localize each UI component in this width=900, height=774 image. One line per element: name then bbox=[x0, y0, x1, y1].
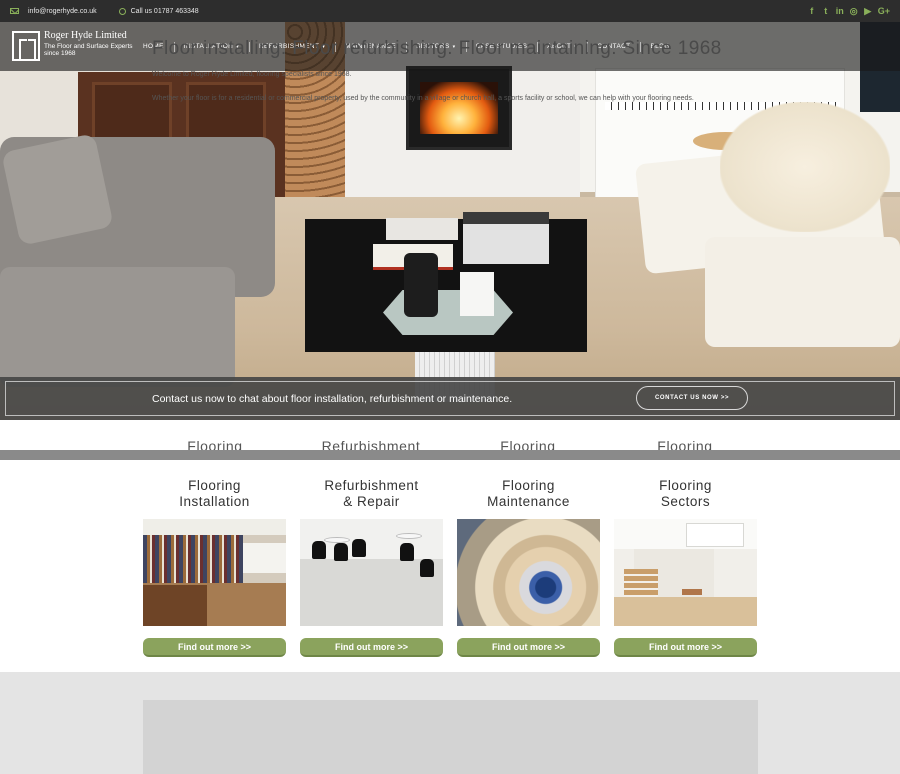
twitter-icon[interactable]: t bbox=[822, 6, 830, 16]
top-bar: info@rogerhyde.co.uk Call us 01787 46334… bbox=[0, 0, 900, 22]
instagram-icon[interactable]: ◎ bbox=[850, 6, 858, 17]
facebook-icon[interactable]: f bbox=[808, 6, 816, 16]
sticky-titles-strip: Flooring Refurbishment Flooring Flooring bbox=[0, 420, 900, 460]
service-title: Flooring Installation bbox=[179, 478, 250, 509]
service-card-maintenance: Flooring Maintenance Find out more >> bbox=[457, 478, 600, 657]
phone-text: Call us 01787 463348 bbox=[130, 7, 199, 15]
phone-icon bbox=[118, 7, 126, 15]
service-image[interactable] bbox=[457, 519, 600, 626]
hero-image bbox=[0, 22, 900, 420]
service-title: Refurbishment & Repair bbox=[324, 478, 419, 509]
service-image[interactable] bbox=[614, 519, 757, 626]
logo[interactable]: Roger Hyde Limited The Floor and Surface… bbox=[12, 30, 133, 61]
logo-title: Roger Hyde Limited bbox=[44, 30, 127, 41]
logo-mark-icon bbox=[12, 31, 40, 61]
service-image[interactable] bbox=[143, 519, 286, 626]
service-card-sectors: Flooring Sectors Find out more >> bbox=[614, 478, 757, 657]
logo-since: since 1968 bbox=[44, 50, 76, 58]
find-out-more-button[interactable]: Find out more >> bbox=[300, 638, 443, 657]
google-plus-icon[interactable]: G+ bbox=[878, 6, 890, 16]
about-intro: Welcome to Roger Hyde Limited, flooring … bbox=[152, 71, 352, 78]
about-section bbox=[0, 672, 900, 774]
phone-link[interactable]: Call us 01787 463348 bbox=[118, 7, 199, 15]
contact-banner: Contact us now to chat about floor insta… bbox=[0, 377, 900, 420]
contact-banner-text: Contact us now to chat about floor insta… bbox=[152, 392, 513, 405]
linkedin-icon[interactable]: in bbox=[836, 6, 844, 16]
email-link[interactable]: info@rogerhyde.co.uk bbox=[10, 8, 97, 15]
contact-us-button[interactable]: CONTACT US NOW >> bbox=[636, 386, 748, 410]
logo-tagline: The Floor and Surface Experts bbox=[44, 42, 133, 50]
find-out-more-button[interactable]: Find out more >> bbox=[143, 638, 286, 657]
about-body: Whether your floor is for a residential … bbox=[152, 95, 694, 102]
find-out-more-button[interactable]: Find out more >> bbox=[614, 638, 757, 657]
youtube-icon[interactable]: ▶ bbox=[864, 6, 872, 17]
service-title: Flooring Sectors bbox=[659, 478, 712, 509]
service-card-installation: Flooring Installation Find out more >> bbox=[143, 478, 286, 657]
service-image[interactable] bbox=[300, 519, 443, 626]
services-section: Flooring Installation Find out more >> R… bbox=[0, 460, 900, 672]
find-out-more-button[interactable]: Find out more >> bbox=[457, 638, 600, 657]
service-title: Flooring Maintenance bbox=[487, 478, 570, 509]
envelope-icon bbox=[10, 8, 19, 14]
service-card-refurbishment: Refurbishment & Repair Find out more >> bbox=[300, 478, 443, 657]
email-text: info@rogerhyde.co.uk bbox=[28, 7, 97, 15]
about-heading: Floor installing. Floor refurbishing. Fl… bbox=[152, 38, 722, 59]
contact-details: info@rogerhyde.co.uk Call us 01787 46334… bbox=[10, 0, 199, 22]
social-links: f t in ◎ ▶ G+ bbox=[808, 0, 890, 22]
